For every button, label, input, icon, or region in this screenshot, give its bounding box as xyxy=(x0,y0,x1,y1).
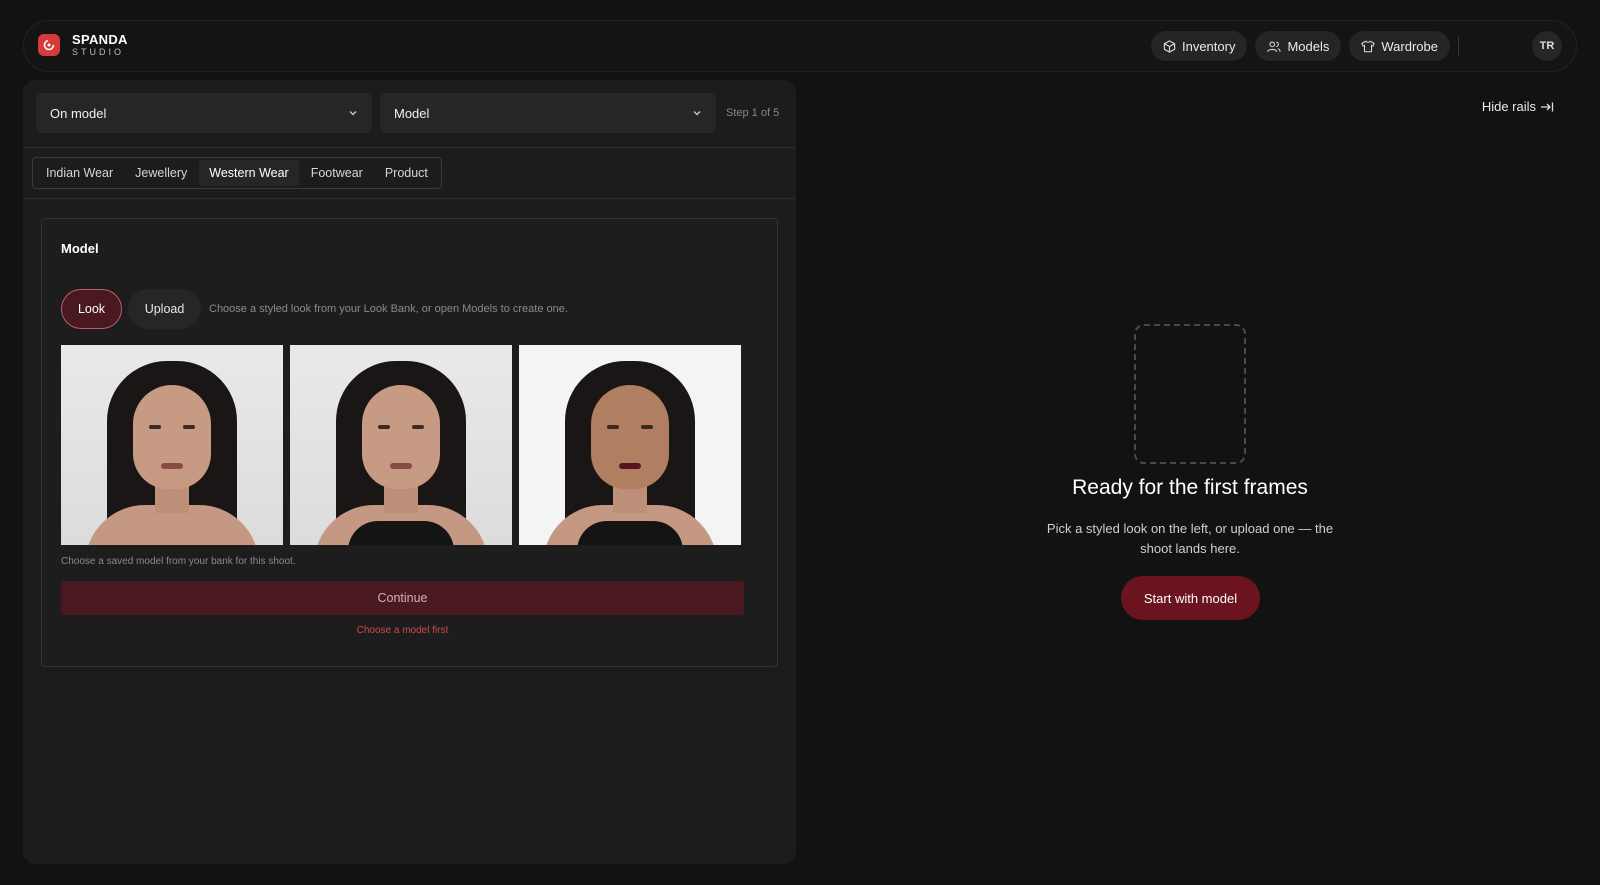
model-card: Model Look Upload Choose a styled look f… xyxy=(41,218,778,667)
spanda-logo-icon xyxy=(38,34,60,56)
model-photo-3[interactable] xyxy=(519,345,741,545)
look-mode-button[interactable]: Look xyxy=(61,289,122,329)
shoot-type-select[interactable]: On model xyxy=(36,93,372,133)
shoot-type-value: On model xyxy=(50,105,107,121)
top-bar: SPANDA STUDIO Inventory Models Wardrobe … xyxy=(23,20,1577,72)
collapse-right-icon xyxy=(1541,102,1554,111)
brand-name: SPANDA xyxy=(72,32,128,47)
empty-state-description: Pick a styled look on the left, or uploa… xyxy=(1046,521,1334,556)
nav-inventory-label: Inventory xyxy=(1181,38,1236,54)
category-tabs: Indian Wear Jewellery Western Wear Footw… xyxy=(32,157,442,189)
brand-subtitle: STUDIO xyxy=(72,47,125,57)
model-gallery xyxy=(61,345,741,545)
nav-models-label: Models xyxy=(1287,38,1330,54)
hide-rails-button[interactable]: Hide rails xyxy=(1482,99,1554,114)
card-title: Model xyxy=(61,241,99,256)
start-with-model-button[interactable]: Start with model xyxy=(1121,576,1260,620)
upload-mode-button[interactable]: Upload xyxy=(128,289,201,329)
empty-state-title: Ready for the first frames xyxy=(1072,476,1308,499)
subject-value: Model xyxy=(394,105,430,121)
mode-toggle: Look Upload Choose a styled look from yo… xyxy=(61,289,568,329)
shirt-icon xyxy=(1361,39,1376,52)
setup-panel: On model Model Step 1 of 5 Indian Wear J… xyxy=(23,80,796,864)
divider xyxy=(23,147,796,148)
step-indicator: Step 1 of 5 xyxy=(726,107,780,119)
divider xyxy=(23,198,796,199)
gallery-note: Choose a saved model from your bank for … xyxy=(61,556,296,567)
nav-wardrobe-label: Wardrobe xyxy=(1381,38,1438,54)
nav-wardrobe-button[interactable]: Wardrobe xyxy=(1349,31,1450,61)
box-icon xyxy=(1163,39,1176,53)
tab-footwear[interactable]: Footwear xyxy=(301,160,373,186)
model-photo-1[interactable] xyxy=(61,345,283,545)
main-nav: Inventory Models Wardrobe xyxy=(1150,31,1450,61)
chevron-down-icon xyxy=(693,111,701,116)
nav-models-button[interactable]: Models xyxy=(1255,31,1342,61)
select-row: On model Model Step 1 of 5 xyxy=(36,93,779,133)
hide-rails-label: Hide rails xyxy=(1481,99,1536,114)
nav-inventory-button[interactable]: Inventory xyxy=(1150,31,1248,61)
nav-separator xyxy=(1458,36,1459,56)
tab-indian-wear[interactable]: Indian Wear xyxy=(36,160,123,186)
mode-hint: Choose a styled look from your Look Bank… xyxy=(209,303,568,315)
subject-select[interactable]: Model xyxy=(380,93,716,133)
tab-western-wear[interactable]: Western Wear xyxy=(199,160,299,186)
users-icon xyxy=(1267,41,1282,52)
frame-placeholder xyxy=(1134,324,1246,464)
model-required-warning: Choose a model first xyxy=(356,625,449,636)
brand[interactable]: SPANDA STUDIO xyxy=(38,33,128,57)
user-avatar[interactable]: TR xyxy=(1532,31,1562,61)
continue-button[interactable]: Continue xyxy=(61,581,744,615)
tab-jewellery[interactable]: Jewellery xyxy=(125,160,197,186)
tab-product[interactable]: Product xyxy=(375,160,438,186)
chevron-down-icon xyxy=(349,111,357,116)
model-photo-2[interactable] xyxy=(290,345,512,545)
